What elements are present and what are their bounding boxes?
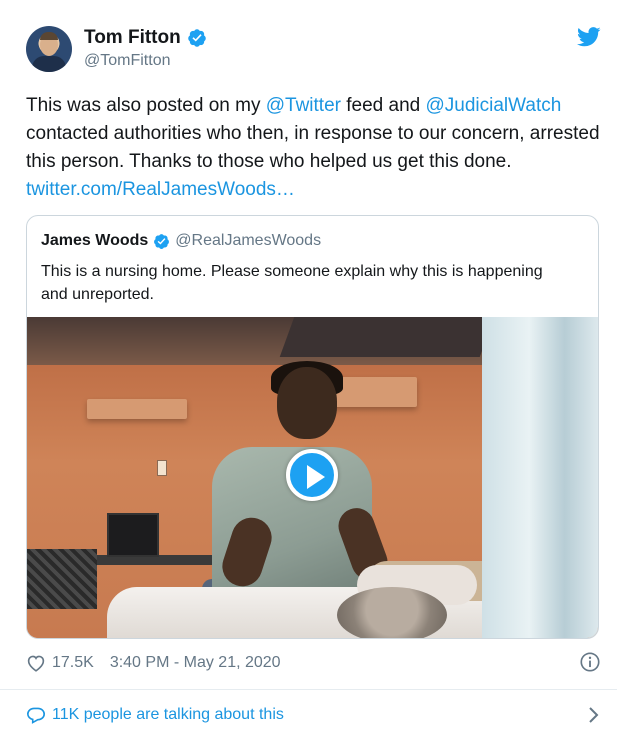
video-player[interactable]: [27, 317, 598, 638]
author-handle[interactable]: @TomFitton: [84, 52, 207, 70]
footer-divider: [0, 689, 617, 690]
quoted-tweet[interactable]: James Woods @RealJamesWoods This is a nu…: [26, 215, 599, 639]
author-display-name-row[interactable]: Tom Fitton: [84, 27, 207, 49]
quoted-author-handle[interactable]: @RealJamesWoods: [175, 232, 321, 250]
verified-badge-icon: [187, 29, 206, 47]
chevron-right-icon[interactable]: [585, 705, 601, 725]
mention-judicialwatch-link[interactable]: @JudicialWatch: [426, 95, 562, 116]
video-frame-person-head: [277, 367, 337, 439]
tweet-timestamp[interactable]: 3:40 PM - May 21, 2020: [110, 654, 281, 672]
conversation-text[interactable]: 11K people are talking about this: [52, 706, 284, 724]
mention-twitter-link[interactable]: @Twitter: [266, 95, 341, 116]
author-display-name[interactable]: Tom Fitton: [84, 27, 181, 49]
tweet-text-part: This was also posted on my: [26, 95, 266, 116]
tweet-text-part: feed and: [340, 95, 426, 116]
quoted-author-display-name[interactable]: James Woods: [41, 232, 148, 250]
author-names: Tom Fitton @TomFitton: [84, 27, 207, 70]
author-avatar[interactable]: [26, 26, 72, 72]
tweet-card: Tom Fitton @TomFitton This was also post…: [0, 0, 617, 732]
video-frame-chair: [27, 549, 97, 609]
video-frame-curtain: [482, 317, 598, 638]
like-count[interactable]: 17.5K: [52, 654, 94, 672]
tweet-text-part: contacted authorities who then, in respo…: [26, 123, 600, 172]
speech-bubble-icon: [26, 707, 46, 724]
tweet-text: This was also posted on my @Twitter feed…: [26, 92, 601, 204]
tweet-meta: 17.5K 3:40 PM - May 21, 2020: [26, 651, 601, 675]
twitter-bird-icon[interactable]: [577, 26, 601, 48]
avatar-hair: [40, 32, 58, 40]
video-frame-patient: [337, 587, 447, 638]
heart-icon[interactable]: [26, 654, 46, 672]
info-icon[interactable]: [579, 651, 601, 673]
video-frame-monitor: [107, 513, 159, 557]
conversation-link[interactable]: 11K people are talking about this: [26, 704, 601, 726]
verified-badge-icon: [154, 233, 170, 249]
quoted-tweet-url-link[interactable]: twitter.com/RealJamesWoods…: [26, 179, 295, 200]
tweet-header: Tom Fitton @TomFitton: [26, 24, 601, 74]
video-frame-beam: [279, 317, 495, 357]
play-icon[interactable]: [286, 449, 338, 501]
quoted-tweet-text: This is a nursing home. Please someone e…: [41, 263, 543, 303]
video-frame-outlet: [157, 460, 167, 476]
video-frame-wall-light: [87, 399, 187, 419]
quoted-tweet-header: James Woods @RealJamesWoods: [41, 232, 321, 250]
avatar-suit: [32, 56, 66, 72]
